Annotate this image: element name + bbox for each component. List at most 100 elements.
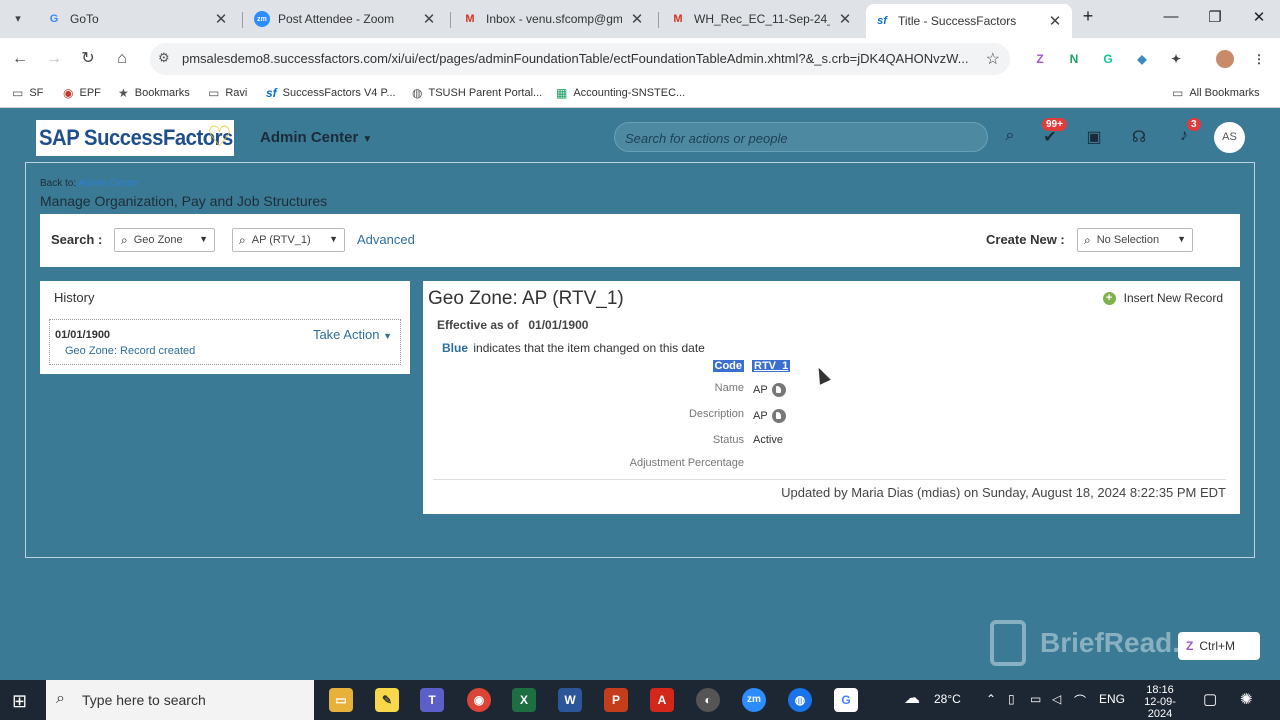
tab-zoom[interactable]: zm Post Attendee - Zoom ✕ (246, 4, 446, 34)
sap-logo[interactable]: SAP SuccessFactors ♡ (36, 120, 234, 156)
field-value-description: AP (753, 409, 786, 423)
extension-icon[interactable]: Z (1031, 50, 1049, 68)
close-tab-icon[interactable]: ✕ (1046, 12, 1064, 30)
sheets-icon: ▦ (556, 86, 568, 100)
zoom-icon[interactable]: zm (742, 688, 766, 712)
close-tab-icon[interactable]: ✕ (836, 10, 854, 28)
volume-icon[interactable]: ◁ (1052, 692, 1061, 706)
forward-arrow-icon[interactable]: → (44, 49, 64, 69)
app-icon[interactable]: ◐ (696, 688, 720, 712)
bookmark-sf[interactable]: ▭ SF (12, 86, 43, 100)
home-icon[interactable]: ⌂ (112, 49, 132, 69)
close-window-icon[interactable]: ✕ (1244, 8, 1274, 26)
tab-successfactors[interactable]: sf Title - SuccessFactors ✕ (866, 4, 1072, 38)
translation-globe-icon[interactable] (771, 383, 786, 397)
browser-toolbar: ← → ↻ ⌂ ⚙ pmsalesdemo8.successfactors.co… (0, 38, 1280, 80)
clock[interactable]: 18:16 12-09-2024 (1140, 684, 1180, 720)
chrome-icon[interactable]: ◉ (467, 688, 491, 712)
teams-icon[interactable]: T (420, 688, 444, 712)
translation-globe-icon[interactable] (771, 409, 786, 423)
tab-goto[interactable]: G GoTo ✕ (38, 4, 238, 34)
bookmark-tsush[interactable]: ◍ TSUSH Parent Portal... (412, 86, 542, 100)
gmail-icon: M (465, 13, 475, 25)
shortcut-hint[interactable]: Z Ctrl+M (1178, 632, 1260, 660)
taskbar-search-input[interactable]: ⌕ Type here to search (46, 680, 314, 720)
battery-icon[interactable]: ▭ (1030, 692, 1041, 706)
tab-gmail-rec[interactable]: M WH_Rec_EC_11-Sep-24_Clas ✕ (662, 4, 862, 34)
admin-center-link[interactable]: Admin Center (78, 178, 139, 189)
extension-icon[interactable]: ◆ (1133, 50, 1151, 68)
bookmark-epf[interactable]: ◉ EPF (63, 86, 101, 100)
notification-badge: 3 (1187, 118, 1201, 131)
search-icon: ⌕ (239, 232, 246, 247)
dropdown-arrow-icon: ▼ (329, 234, 338, 244)
folder-icon: ▭ (208, 86, 220, 100)
insert-new-record-button[interactable]: + Insert New Record (1102, 291, 1223, 305)
extensions-puzzle-icon[interactable]: ✦ (1167, 50, 1185, 68)
device-icon[interactable]: ▯ (1008, 692, 1015, 706)
bookmark-ravi[interactable]: ▭ Ravi (208, 86, 247, 100)
user-avatar[interactable]: AS (1214, 122, 1245, 153)
all-bookmarks[interactable]: ▭ All Bookmarks (1172, 86, 1260, 100)
search-icon: ⌕ (1084, 232, 1091, 247)
google-icon[interactable]: G (834, 688, 858, 712)
history-entry[interactable]: 01/01/1900 Take Action ▼ Geo Zone: Recor… (49, 319, 401, 365)
field-label-description: Description (688, 408, 744, 420)
module-picker[interactable]: Admin Center ▼ (260, 129, 372, 146)
new-tab-icon[interactable]: + (1073, 6, 1103, 27)
bookmark-bookmarks[interactable]: ★ Bookmarks (118, 86, 190, 100)
bookmark-accounting[interactable]: ▦ Accounting-SNSTEC... (556, 86, 685, 100)
headset-icon[interactable]: ☊ (1129, 127, 1149, 147)
globe-icon: ◍ (412, 86, 423, 100)
site-info-icon[interactable]: ⚙ (158, 50, 170, 66)
sf-icon: sf (266, 86, 277, 100)
tab-list-chevron-icon[interactable]: ▾ (8, 9, 28, 29)
restore-icon[interactable]: ❐ (1200, 8, 1230, 26)
tab-gmail-inbox[interactable]: M Inbox - venu.sfcomp@gmail ✕ (454, 4, 654, 34)
close-tab-icon[interactable]: ✕ (420, 10, 438, 28)
file-explorer-icon[interactable]: ▭ (329, 688, 353, 712)
advanced-search-link[interactable]: Advanced (357, 232, 415, 247)
plus-circle-icon: + (1102, 291, 1116, 305)
profile-avatar-icon[interactable] (1216, 50, 1234, 68)
bookmark-star-icon[interactable]: ☆ (986, 49, 1000, 69)
history-record-link[interactable]: Geo Zone: Record created (65, 345, 195, 357)
close-tab-icon[interactable]: ✕ (628, 10, 646, 28)
tray-chevron-icon[interactable]: ⌃ (986, 692, 996, 706)
address-bar[interactable]: ⚙ pmsalesdemo8.successfactors.com/xi/ui/… (150, 43, 1010, 75)
search-icon: ⌕ (56, 690, 65, 707)
effective-as-of: Effective as of 01/01/1900 (437, 318, 589, 332)
network-icon[interactable]: ⌒ (1074, 692, 1086, 709)
language-indicator[interactable]: ENG (1099, 692, 1125, 706)
page-title: Manage Organization, Pay and Job Structu… (40, 193, 328, 209)
close-tab-icon[interactable]: ✕ (212, 10, 230, 28)
vpn-icon[interactable]: ◍ (788, 688, 812, 712)
powerpoint-icon[interactable]: P (604, 688, 628, 712)
word-icon[interactable]: W (558, 688, 582, 712)
reload-icon[interactable]: ↻ (78, 49, 98, 69)
global-search-input[interactable]: Search for actions or people (614, 122, 988, 152)
acrobat-icon[interactable]: A (650, 688, 674, 712)
search-icon[interactable]: ⌕ (1000, 127, 1020, 145)
excel-icon[interactable]: X (512, 688, 536, 712)
sticky-notes-icon[interactable]: ✎ (375, 688, 399, 712)
weather-icon[interactable]: ☁ (904, 688, 920, 708)
grammarly-icon[interactable]: G (1099, 50, 1117, 68)
windows-start-icon[interactable]: ⊞ (12, 691, 27, 712)
field-label-code: Code (712, 360, 744, 372)
field-label-status: Status (712, 434, 744, 446)
create-new-select[interactable]: ⌕ No Selection ▼ (1077, 228, 1193, 252)
menu-kebab-icon[interactable]: ⋮ (1250, 50, 1268, 68)
search-bar: Search : ⌕ Geo Zone ▼ ⌕ AP (RTV_1) ▼ Adv… (40, 214, 1240, 267)
back-arrow-icon[interactable]: ← (10, 49, 30, 69)
extension-n-icon[interactable]: N (1065, 50, 1083, 68)
object-type-select[interactable]: ⌕ Geo Zone ▼ (114, 228, 215, 252)
record-select[interactable]: ⌕ AP (RTV_1) ▼ (232, 228, 345, 252)
copilot-icon[interactable]: ✺ (1240, 690, 1253, 708)
notifications-icon[interactable]: ▢ (1203, 690, 1217, 708)
minimize-icon[interactable]: — (1156, 8, 1186, 25)
take-action-button[interactable]: Take Action ▼ (313, 327, 392, 342)
bookmark-successfactors[interactable]: sf SuccessFactors V4 P... (266, 86, 396, 100)
history-title: History (54, 290, 95, 305)
approvals-icon[interactable]: ▣ (1084, 127, 1104, 147)
